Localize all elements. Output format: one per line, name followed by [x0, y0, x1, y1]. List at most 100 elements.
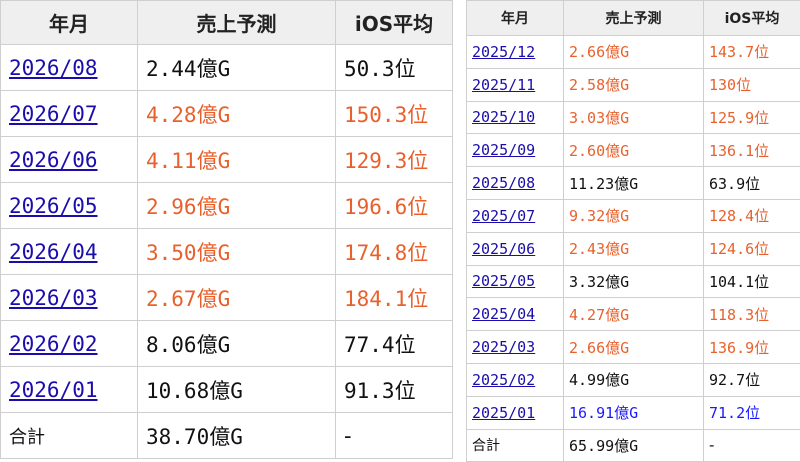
sales-cell: 9.32億G	[563, 198, 704, 233]
ios-rank-cell: 92.7位	[703, 362, 800, 397]
ios-rank-cell: 184.1位	[335, 274, 453, 321]
month-link[interactable]: 2026/08	[9, 56, 98, 80]
ios-rank-cell: 136.9位	[703, 330, 800, 364]
month-link[interactable]: 2025/04	[472, 305, 535, 323]
sales-cell: 2.58億G	[563, 67, 704, 102]
month-cell: 2025/01	[466, 395, 564, 430]
month-cell: 2025/08	[466, 166, 564, 200]
month-link[interactable]: 2025/08	[472, 174, 535, 192]
month-link[interactable]: 2025/09	[472, 141, 535, 159]
ios-rank-cell: 71.2位	[703, 395, 800, 430]
month-cell: 2026/08	[0, 44, 138, 91]
table-row: 2025/03 2.66億G 136.9位	[466, 330, 800, 364]
header-sales: 売上予測	[137, 0, 336, 45]
table-row: 2025/05 3.32億G 104.1位	[466, 264, 800, 299]
month-link[interactable]: 2026/02	[9, 332, 98, 356]
ios-rank-cell: 129.3位	[335, 136, 453, 183]
table-body: 2026/08 2.44億G 50.3位 2026/07 4.28億G 150.3位 202…	[0, 44, 453, 459]
month-cell: 2025/09	[466, 133, 564, 168]
sales-table-2026: 年月 売上予測 iOS平均 2026/08 2.44億G 50.3位 2026/07 4…	[0, 0, 453, 459]
sales-cell: 4.99億G	[563, 362, 704, 397]
month-link[interactable]: 2025/10	[472, 108, 535, 126]
month-link[interactable]: 2026/06	[9, 148, 98, 172]
month-cell: 2025/03	[466, 330, 564, 364]
table-row: 2026/05 2.96億G 196.6位	[0, 182, 453, 229]
total-label: 合計	[0, 412, 138, 459]
month-link[interactable]: 2026/07	[9, 102, 98, 126]
table-row: 2025/08 11.23億G 63.9位	[466, 166, 800, 200]
month-cell: 2026/07	[0, 90, 138, 137]
month-cell: 2025/04	[466, 297, 564, 332]
table-row: 2025/01 16.91億G 71.2位	[466, 395, 800, 430]
total-row: 合計 38.70億G -	[0, 412, 453, 459]
month-link[interactable]: 2026/05	[9, 194, 98, 218]
sales-cell: 4.28億G	[137, 90, 336, 137]
month-cell: 2025/12	[466, 35, 564, 69]
ios-rank-cell: 118.3位	[703, 297, 800, 332]
header-sales: 売上予測	[563, 0, 704, 36]
month-cell: 2025/02	[466, 362, 564, 397]
table-row: 2026/01 10.68億G 91.3位	[0, 366, 453, 413]
sales-cell: 2.66億G	[563, 330, 704, 364]
month-cell: 2025/10	[466, 100, 564, 135]
sales-cell: 2.66億G	[563, 35, 704, 69]
table-header-row: 年月 売上予測 iOS平均	[466, 0, 800, 36]
month-link[interactable]: 2025/05	[472, 272, 535, 290]
ios-rank-cell: 128.4位	[703, 198, 800, 233]
month-cell: 2025/11	[466, 67, 564, 102]
ios-rank-cell: 125.9位	[703, 100, 800, 135]
sales-cell: 2.43億G	[563, 231, 704, 266]
month-cell: 2026/04	[0, 228, 138, 275]
header-month: 年月	[466, 0, 564, 36]
header-ios-rank: iOS平均	[335, 0, 453, 45]
table-row: 2025/07 9.32億G 128.4位	[466, 198, 800, 233]
month-link[interactable]: 2025/06	[472, 240, 535, 258]
table-row: 2025/12 2.66億G 143.7位	[466, 35, 800, 69]
month-link[interactable]: 2026/01	[9, 378, 98, 402]
table-row: 2025/10 3.03億G 125.9位	[466, 100, 800, 135]
header-ios-rank: iOS平均	[703, 0, 800, 36]
sales-cell: 16.91億G	[563, 395, 704, 430]
ios-rank-cell: 143.7位	[703, 35, 800, 69]
month-cell: 2026/06	[0, 136, 138, 183]
table-row: 2025/09 2.60億G 136.1位	[466, 133, 800, 168]
sales-table-2025: 年月 売上予測 iOS平均 2025/12 2.66億G 143.7位 2025/11…	[466, 0, 800, 462]
month-cell: 2026/05	[0, 182, 138, 229]
sales-cell: 8.06億G	[137, 320, 336, 367]
header-month: 年月	[0, 0, 138, 45]
month-link[interactable]: 2025/01	[472, 404, 535, 422]
table-row: 2025/02 4.99億G 92.7位	[466, 362, 800, 397]
month-link[interactable]: 2025/07	[472, 207, 535, 225]
table-row: 2026/08 2.44億G 50.3位	[0, 44, 453, 91]
ios-rank-cell: 63.9位	[703, 166, 800, 200]
sales-cell: 10.68億G	[137, 366, 336, 413]
month-link[interactable]: 2025/02	[472, 371, 535, 389]
total-ios-rank: -	[703, 428, 800, 462]
sales-cell: 4.27億G	[563, 297, 704, 332]
month-cell: 2025/07	[466, 198, 564, 233]
month-link[interactable]: 2025/12	[472, 43, 535, 61]
table-body: 2025/12 2.66億G 143.7位 2025/11 2.58億G 130位 2025…	[466, 35, 800, 462]
total-label: 合計	[466, 428, 564, 462]
sales-cell: 11.23億G	[563, 166, 704, 200]
month-cell: 2026/03	[0, 274, 138, 321]
ios-rank-cell: 124.6位	[703, 231, 800, 266]
month-link[interactable]: 2026/03	[9, 286, 98, 310]
table-row: 2026/06 4.11億G 129.3位	[0, 136, 453, 183]
month-cell: 2025/06	[466, 231, 564, 266]
table-row: 2026/07 4.28億G 150.3位	[0, 90, 453, 137]
month-link[interactable]: 2026/04	[9, 240, 98, 264]
ios-rank-cell: 174.8位	[335, 228, 453, 275]
month-cell: 2026/01	[0, 366, 138, 413]
total-sales: 65.99億G	[563, 428, 704, 462]
month-link[interactable]: 2025/11	[472, 76, 535, 94]
total-sales: 38.70億G	[137, 412, 336, 459]
ios-rank-cell: 50.3位	[335, 44, 453, 91]
sales-cell: 3.32億G	[563, 264, 704, 299]
table-row: 2025/11 2.58億G 130位	[466, 67, 800, 102]
month-link[interactable]: 2025/03	[472, 338, 535, 356]
ios-rank-cell: 196.6位	[335, 182, 453, 229]
ios-rank-cell: 77.4位	[335, 320, 453, 367]
sales-cell: 2.60億G	[563, 133, 704, 168]
month-cell: 2026/02	[0, 320, 138, 367]
